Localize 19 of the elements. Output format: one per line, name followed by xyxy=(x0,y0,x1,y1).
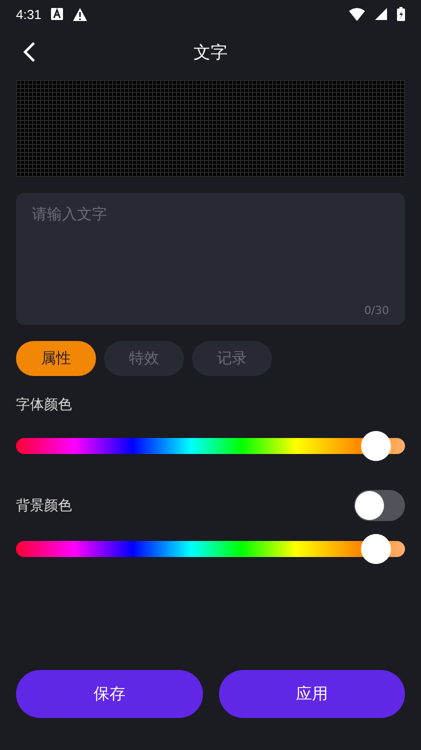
text-notification-icon xyxy=(51,8,64,20)
warning-icon xyxy=(73,8,88,20)
font-color-slider-track[interactable] xyxy=(16,430,405,462)
action-button[interactable]: 保存 xyxy=(16,670,202,718)
back-icon[interactable] xyxy=(22,41,36,63)
background-color-label: 背景颜色 xyxy=(16,496,72,514)
wifi-icon xyxy=(349,8,365,20)
battery-icon xyxy=(397,7,405,21)
page-title: 文字 xyxy=(194,42,228,64)
tab[interactable]: 属性 xyxy=(16,341,96,376)
background-color-slider-track[interactable] xyxy=(16,533,405,565)
slider-thumb[interactable] xyxy=(360,534,391,564)
status-time: 4:31 xyxy=(16,6,42,22)
slider-thumb[interactable] xyxy=(360,431,391,461)
action-button[interactable]: 应用 xyxy=(218,670,405,718)
signal-icon xyxy=(375,8,387,20)
font-color-label: 字体颜色 xyxy=(16,396,73,414)
toggle-switch[interactable] xyxy=(354,490,405,521)
character-counter: 0/30 xyxy=(364,304,389,317)
